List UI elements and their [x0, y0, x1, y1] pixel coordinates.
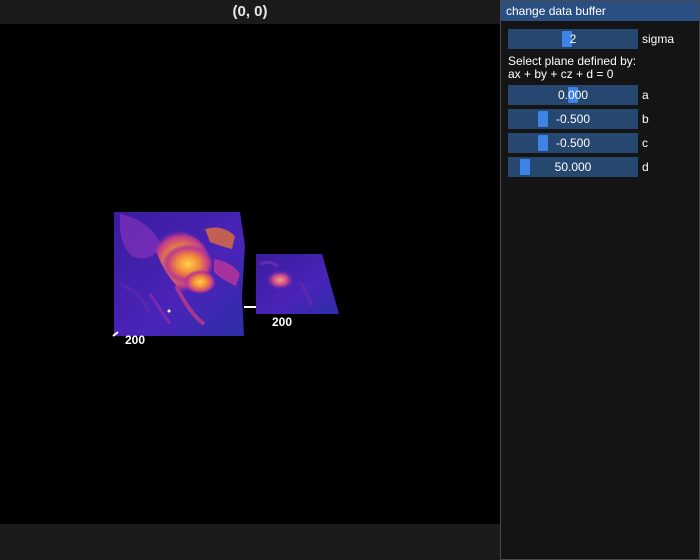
param-b-label: b — [642, 112, 649, 126]
plane-instruction-line2: ax + by + cz + d = 0 — [508, 67, 614, 81]
param-a-value: 0.000 — [557, 88, 589, 102]
scale-label-left: 200 — [125, 333, 145, 347]
volume-slice-left — [114, 212, 245, 336]
bottom-bar — [0, 524, 500, 560]
volume-render: 200 200 — [112, 212, 339, 347]
3d-viewport[interactable]: 200 200 — [0, 24, 500, 524]
sigma-row: 2 sigma — [508, 29, 694, 49]
param-c-row: -0.500 c — [508, 133, 694, 153]
sigma-slider[interactable]: 2 — [508, 29, 638, 49]
param-b-value: -0.500 — [555, 112, 591, 126]
param-a-slider[interactable]: 0.000 — [508, 85, 638, 105]
control-panel: change data buffer 2 sigma Select plane … — [500, 0, 700, 560]
param-d-label: d — [642, 160, 649, 174]
panel-title[interactable]: change data buffer — [501, 1, 699, 21]
param-c-label: c — [642, 136, 648, 150]
sigma-label: sigma — [642, 32, 675, 46]
param-a-row: 0.000 a — [508, 85, 694, 105]
volume-slice-right — [256, 254, 339, 314]
scale-label-right: 200 — [272, 315, 292, 329]
canvas-title: (0, 0) — [232, 3, 268, 20]
param-b-row: -0.500 b — [508, 109, 694, 129]
param-d-slider[interactable]: 50.000 — [508, 157, 638, 177]
param-d-value: 50.000 — [554, 160, 592, 174]
param-d-row: 50.000 d — [508, 157, 694, 177]
param-b-slider[interactable]: -0.500 — [508, 109, 638, 129]
sigma-value: 2 — [569, 32, 577, 46]
param-c-value: -0.500 — [555, 136, 591, 150]
param-a-label: a — [642, 88, 649, 102]
param-c-slider[interactable]: -0.500 — [508, 133, 638, 153]
